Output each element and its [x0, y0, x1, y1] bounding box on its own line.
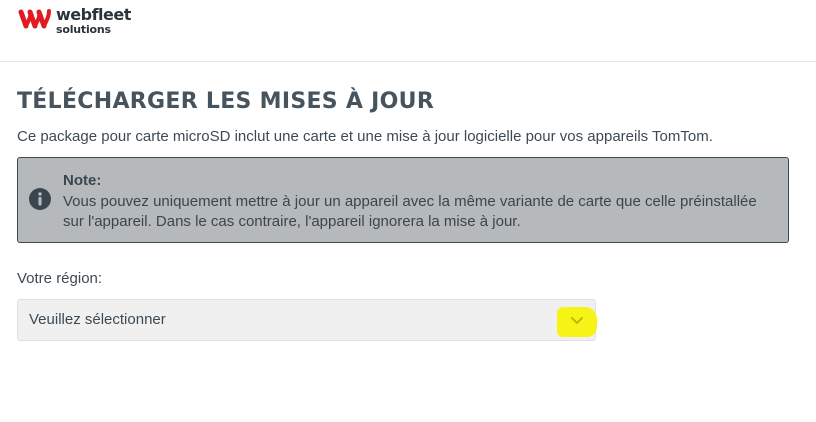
site-header: webfleet solutions — [0, 0, 816, 62]
page-title: TÉLÉCHARGER LES MISES À JOUR — [17, 89, 435, 114]
region-select[interactable]: Veuillez sélectionner — [17, 299, 596, 341]
webfleet-logo-icon — [18, 9, 51, 29]
chevron-down-icon[interactable] — [569, 312, 585, 328]
region-label: Votre région: — [17, 270, 103, 287]
region-select-value: Veuillez sélectionner — [29, 311, 166, 328]
note-text: Vous pouvez uniquement mettre à jour un … — [63, 193, 757, 230]
page-description: Ce package pour carte microSD inclut une… — [17, 128, 713, 145]
webfleet-logo[interactable]: webfleet solutions — [18, 6, 131, 35]
note-box: Note: Vous pouvez uniquement mettre à jo… — [17, 157, 789, 243]
note-title: Note: — [63, 172, 102, 189]
info-icon — [29, 188, 51, 210]
logo-text: webfleet solutions — [56, 5, 131, 36]
logo-word-solutions: solutions — [56, 23, 111, 36]
logo-word-webfleet: webfleet — [56, 5, 131, 24]
